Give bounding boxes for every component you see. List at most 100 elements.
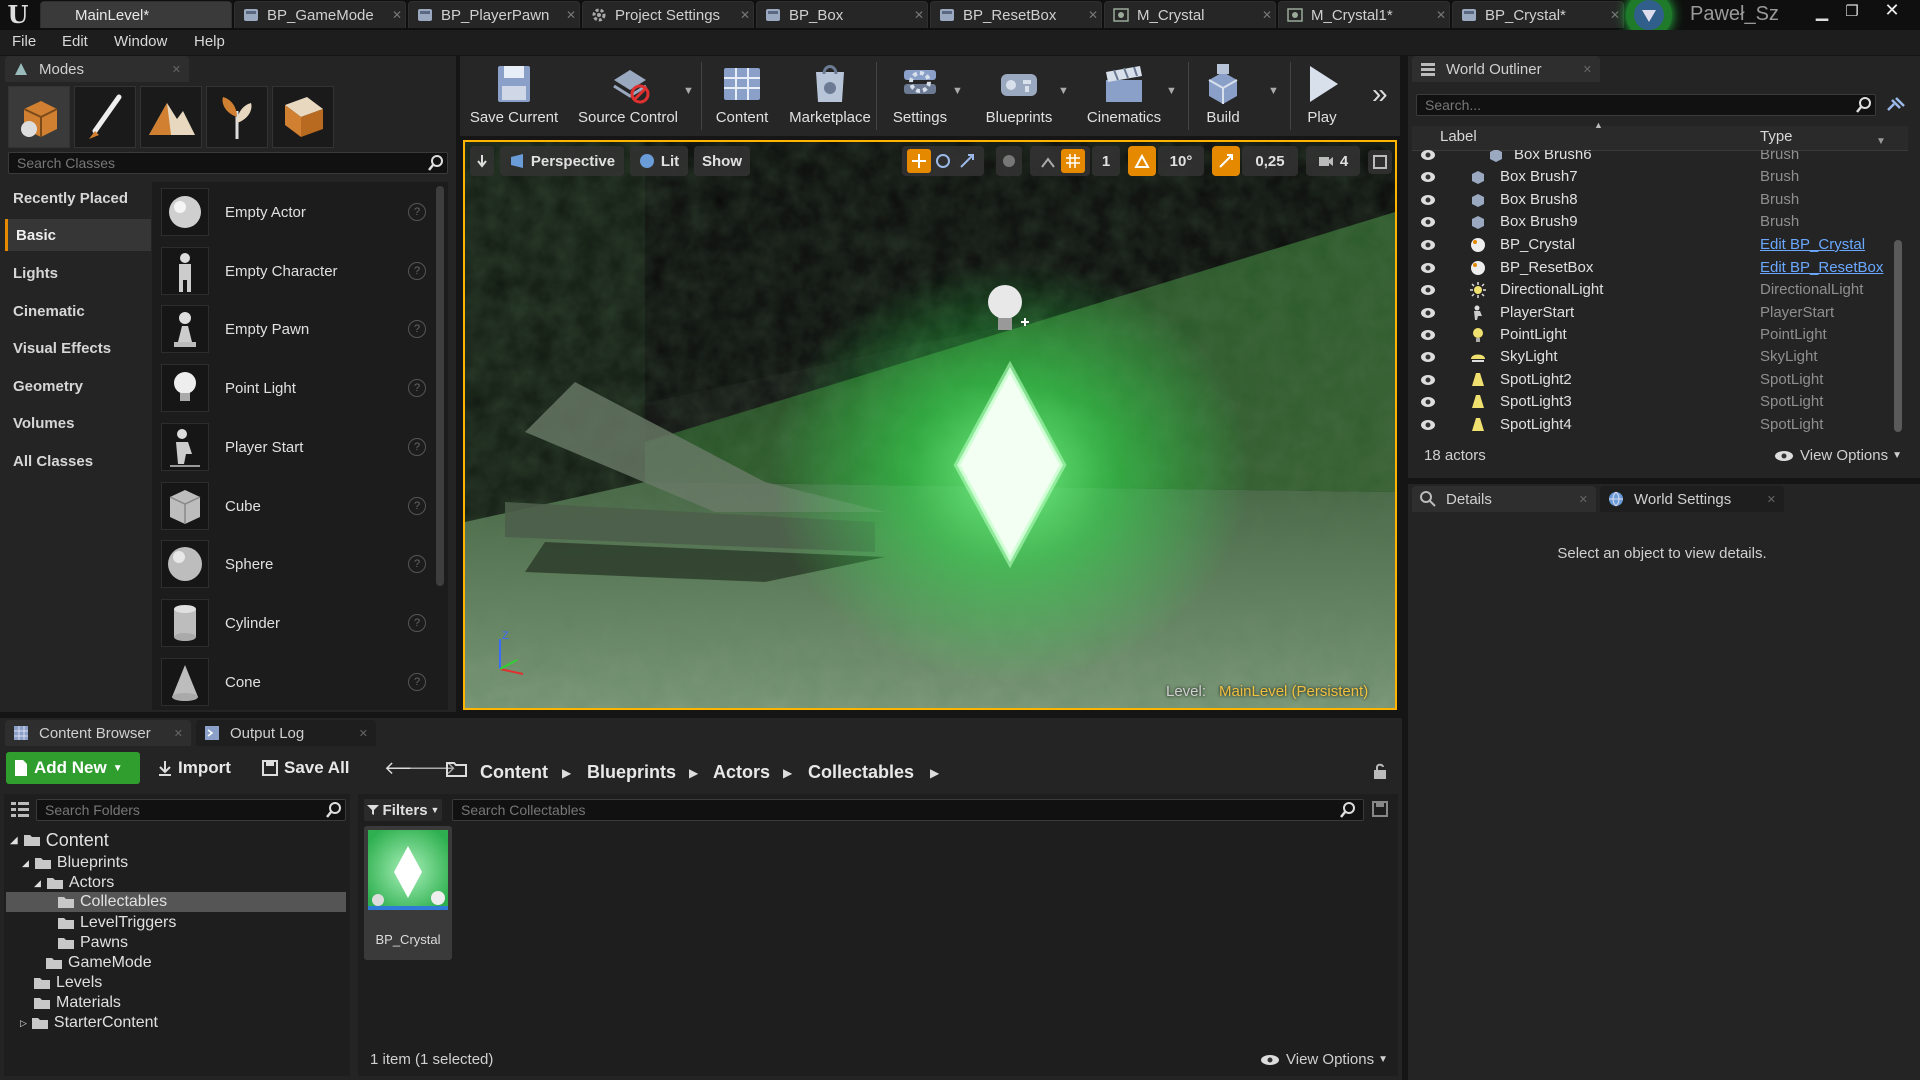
source-control-button[interactable]: Source Control — [575, 62, 681, 132]
close-window-button[interactable]: ✕ — [1874, 0, 1910, 22]
eye-icon[interactable] — [1420, 396, 1436, 408]
place-mode-button[interactable] — [8, 86, 70, 148]
close-icon[interactable]: ✕ — [172, 63, 181, 76]
tree-item-startercontent[interactable]: ▷ StarterContent — [20, 1013, 158, 1033]
close-icon[interactable]: ✕ — [737, 8, 753, 22]
close-icon[interactable]: ✕ — [389, 8, 405, 22]
eye-icon[interactable] — [1420, 374, 1436, 386]
menu-edit[interactable]: Edit — [62, 33, 88, 50]
place-item-empty-pawn[interactable]: Empty Pawn? — [159, 301, 434, 357]
close-icon[interactable]: ✕ — [911, 8, 927, 22]
tab-modes[interactable]: Modes ✕ — [5, 56, 189, 82]
breadcrumb-separator[interactable]: ▶ — [689, 766, 698, 780]
eye-icon[interactable] — [1420, 329, 1436, 341]
help-icon[interactable]: ? — [408, 262, 426, 280]
tab-world-outliner[interactable]: World Outliner ✕ — [1412, 56, 1600, 82]
outliner-row[interactable]: SpotLight2 SpotLight — [1412, 369, 1896, 391]
outliner-row[interactable]: SpotLight4 SpotLight — [1412, 414, 1896, 436]
collapsed-arrow-icon[interactable]: ▷ — [20, 1018, 27, 1029]
source-control-dropdown[interactable]: ▼ — [683, 85, 694, 97]
settings-button[interactable]: Settings — [876, 62, 964, 132]
place-item-empty-actor[interactable]: Empty Actor? — [159, 184, 434, 240]
unreal-logo[interactable]: U — [2, 0, 34, 30]
edit-bp-resetbox-link[interactable]: Edit BP_ResetBox — [1760, 259, 1883, 276]
content-button[interactable]: Content — [697, 62, 787, 132]
category-basic[interactable]: Basic — [5, 219, 151, 251]
eye-icon[interactable] — [1420, 284, 1436, 296]
category-geometry[interactable]: Geometry — [5, 370, 151, 402]
search-collectables-input[interactable]: Search Collectables — [452, 799, 1364, 821]
tab-bp-crystal[interactable]: BP_Crystal* ✕ — [1452, 1, 1624, 28]
lit-button[interactable]: Lit — [630, 146, 688, 176]
breadcrumb-blueprints[interactable]: Blueprints — [587, 762, 676, 783]
category-volumes[interactable]: Volumes — [5, 407, 151, 439]
tree-item-pawns[interactable]: Pawns — [58, 933, 128, 953]
breadcrumb-separator[interactable]: ▶ — [930, 766, 939, 780]
place-item-empty-character[interactable]: Empty Character? — [159, 243, 434, 299]
outliner-row[interactable]: PointLight PointLight — [1412, 324, 1896, 346]
breadcrumb-actors[interactable]: Actors — [713, 762, 770, 783]
outliner-row[interactable]: PlayerStart PlayerStart — [1412, 302, 1896, 324]
menu-window[interactable]: Window — [114, 33, 167, 50]
outliner-search-input[interactable]: Search... — [1416, 94, 1876, 116]
breadcrumb-collectables[interactable]: Collectables — [808, 762, 914, 783]
menu-file[interactable]: File — [12, 33, 36, 50]
category-recently-placed[interactable]: Recently Placed — [5, 182, 151, 214]
blueprints-button[interactable]: Blueprints — [974, 62, 1064, 132]
tab-content-browser[interactable]: Content Browser ✕ — [5, 720, 191, 746]
close-icon[interactable]: ✕ — [359, 727, 368, 740]
add-new-button[interactable]: Add New ▼ — [6, 752, 140, 784]
eye-icon[interactable] — [1420, 351, 1436, 363]
grid-snap-value[interactable]: 1 — [1092, 146, 1120, 176]
tree-item-gamemode[interactable]: GameMode — [46, 953, 152, 973]
outliner-scrollbar[interactable] — [1894, 240, 1902, 432]
place-item-cone[interactable]: Cone? — [159, 654, 434, 710]
mesh-paint-mode-button[interactable] — [272, 86, 334, 148]
help-icon[interactable]: ? — [408, 379, 426, 397]
level-viewport[interactable]: Z — [463, 140, 1397, 710]
close-icon[interactable]: ✕ — [563, 8, 579, 22]
close-icon[interactable]: ✕ — [1767, 493, 1776, 506]
tab-bp-playerpawn[interactable]: BP_PlayerPawn ✕ — [408, 1, 580, 28]
close-icon[interactable]: ✕ — [1085, 8, 1101, 22]
edit-bp-crystal-link[interactable]: Edit BP_Crystal — [1760, 236, 1865, 253]
tab-bp-box[interactable]: BP_Box ✕ — [756, 1, 928, 28]
search-classes-input[interactable]: Search Classes — [8, 152, 448, 174]
help-icon[interactable]: ? — [408, 497, 426, 515]
save-search-icon[interactable] — [1372, 801, 1388, 817]
cinematics-dropdown[interactable]: ▼ — [1166, 85, 1177, 97]
help-icon[interactable]: ? — [408, 673, 426, 691]
tree-item-actors[interactable]: ◢ Actors — [34, 873, 114, 893]
play-button[interactable]: Play — [1286, 62, 1358, 132]
translate-icon[interactable] — [907, 149, 931, 173]
maximize-button[interactable]: ❐ — [1838, 2, 1866, 24]
search-icon[interactable] — [1856, 97, 1872, 113]
cinematics-button[interactable]: Cinematics — [1078, 62, 1170, 132]
tree-item-leveltriggers[interactable]: LevelTriggers — [58, 913, 176, 933]
content-view-options[interactable]: View Options ▼ — [1260, 1051, 1388, 1068]
outliner-row[interactable]: DirectionalLight DirectionalLight — [1412, 279, 1896, 301]
search-icon[interactable] — [428, 155, 444, 171]
tab-output-log[interactable]: Output Log ✕ — [196, 720, 376, 746]
close-icon[interactable]: ✕ — [1259, 8, 1275, 22]
tab-world-settings[interactable]: World Settings ✕ — [1600, 486, 1784, 512]
column-type-dropdown[interactable]: ▼ — [1876, 136, 1886, 147]
folder-open-icon[interactable] — [446, 760, 468, 778]
close-icon[interactable]: ✕ — [1583, 63, 1592, 76]
camera-speed-button[interactable]: 4 — [1306, 146, 1360, 176]
help-icon[interactable]: ? — [408, 320, 426, 338]
foliage-mode-button[interactable] — [206, 86, 268, 148]
tab-bp-gamemode[interactable]: BP_GameMode ✕ — [234, 1, 406, 28]
build-dropdown[interactable]: ▼ — [1268, 85, 1279, 97]
tab-m-crystal1[interactable]: M_Crystal1* ✕ — [1278, 1, 1450, 28]
eye-icon[interactable] — [1420, 307, 1436, 319]
help-icon[interactable]: ? — [408, 203, 426, 221]
outliner-row[interactable]: Box Brush8 Brush — [1412, 189, 1896, 211]
grid-snap-icon[interactable] — [1061, 149, 1085, 173]
place-item-cylinder[interactable]: Cylinder? — [159, 595, 434, 651]
breadcrumb-separator[interactable]: ▶ — [562, 766, 571, 780]
scale-icon[interactable] — [955, 149, 979, 173]
category-all-classes[interactable]: All Classes — [5, 445, 151, 477]
save-current-button[interactable]: Save Current — [469, 62, 559, 132]
category-visual-effects[interactable]: Visual Effects — [5, 332, 151, 364]
